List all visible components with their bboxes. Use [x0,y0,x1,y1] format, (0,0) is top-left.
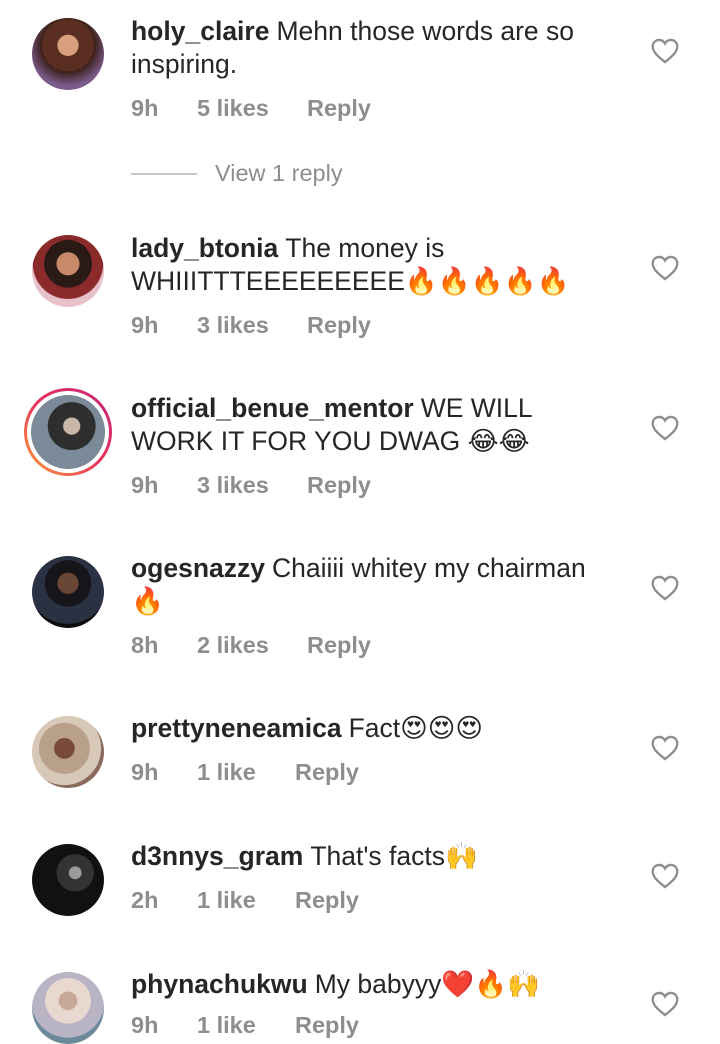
reply-button[interactable]: Reply [295,1012,359,1039]
comment-body: holy_claire Mehn those words are so inspi… [131,15,621,81]
comment-meta: 9h 1 like Reply [131,759,359,786]
comment-meta: 9h 3 likes Reply [131,472,371,499]
comment-meta: 9h 5 likes Reply [131,95,371,122]
username[interactable]: official_benue_mentor [131,393,414,423]
avatar-image [31,395,105,469]
username[interactable]: holy_claire [131,16,269,46]
comment-time: 8h [131,632,159,658]
avatar[interactable] [32,844,104,916]
divider-line [131,172,197,175]
heart-outline-icon[interactable] [651,991,679,1017]
likes-count[interactable]: 2 likes [197,632,307,659]
comment-time: 9h [131,759,159,785]
heart-outline-icon[interactable] [651,735,679,761]
comment-text: My babyyy❤️🔥🙌 [314,969,541,999]
comment-body: d3nnys_gram That's facts🙌 [131,840,621,873]
comment-time: 9h [131,312,159,338]
story-ring-inner [27,391,109,473]
comment-body: official_benue_mentor WE WILL WORK IT FOR… [131,392,621,458]
comment-meta: 2h 1 like Reply [131,887,359,914]
reply-button[interactable]: Reply [307,632,371,659]
likes-count[interactable]: 3 likes [197,472,307,499]
username[interactable]: ogesnazzy [131,553,265,583]
comment-meta: 8h 2 likes Reply [131,632,371,659]
reply-button[interactable]: Reply [295,759,359,786]
comment-body: lady_btonia The money is WHIIITTTEEEEEEEE… [131,232,621,298]
view-replies-button[interactable]: View 1 reply [131,160,343,187]
avatar[interactable] [32,235,104,307]
comment-text: That's facts🙌 [310,841,478,871]
comment-time: 9h [131,1012,159,1038]
likes-count[interactable]: 1 like [197,887,295,914]
username[interactable]: lady_btonia [131,233,278,263]
reply-button[interactable]: Reply [307,312,371,339]
avatar[interactable] [32,716,104,788]
comment-time: 9h [131,472,159,498]
view-replies-label: View 1 reply [215,160,343,186]
comment-time: 2h [131,887,159,913]
heart-outline-icon[interactable] [651,863,679,889]
avatar[interactable] [32,556,104,628]
comment-time: 9h [131,95,159,121]
likes-count[interactable]: 3 likes [197,312,307,339]
reply-button[interactable]: Reply [307,472,371,499]
heart-outline-icon[interactable] [651,415,679,441]
heart-outline-icon[interactable] [651,38,679,64]
avatar[interactable] [32,18,104,90]
comment-meta: 9h 1 like Reply [131,1012,359,1039]
heart-outline-icon[interactable] [651,575,679,601]
avatar-with-story-ring[interactable] [24,388,112,476]
comment-body: ogesnazzy Chaiiii whitey my chairman 🔥 [131,552,621,618]
username[interactable]: d3nnys_gram [131,841,303,871]
heart-outline-icon[interactable] [651,255,679,281]
username[interactable]: phynachukwu [131,969,308,999]
comment-meta: 9h 3 likes Reply [131,312,371,339]
comment-body: prettyneneamica Fact😍😍😍 [131,712,621,745]
avatar[interactable] [32,972,104,1044]
likes-count[interactable]: 1 like [197,759,295,786]
reply-button[interactable]: Reply [295,887,359,914]
comment-body: phynachukwu My babyyy❤️🔥🙌 [131,968,621,1001]
comment-text: Fact😍😍😍 [348,713,484,743]
username[interactable]: prettyneneamica [131,713,342,743]
likes-count[interactable]: 5 likes [197,95,307,122]
reply-button[interactable]: Reply [307,95,371,122]
likes-count[interactable]: 1 like [197,1012,295,1039]
